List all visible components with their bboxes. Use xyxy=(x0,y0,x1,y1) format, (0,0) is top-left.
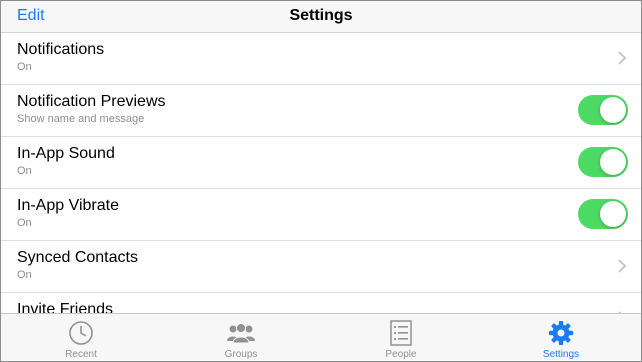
chevron-right-icon xyxy=(618,51,627,65)
navigation-bar: Edit Settings xyxy=(1,1,641,33)
tab-groups[interactable]: Groups xyxy=(161,314,321,361)
settings-screen: Edit Settings Notifications On Notificat… xyxy=(0,0,642,362)
tab-settings[interactable]: Settings xyxy=(481,314,641,361)
notification-previews-toggle[interactable] xyxy=(578,95,628,125)
row-label: Notifications xyxy=(17,41,105,58)
row-label: Notification Previews xyxy=(17,93,166,110)
chevron-right-icon xyxy=(618,259,627,273)
tab-label: Recent xyxy=(65,349,97,360)
tab-bar: Recent Groups People Settings xyxy=(1,313,641,361)
row-synced-contacts[interactable]: Synced Contacts On xyxy=(1,241,641,293)
row-subtitle: On xyxy=(17,269,32,281)
row-label: Synced Contacts xyxy=(17,249,138,266)
tab-label: People xyxy=(385,349,417,360)
row-notifications[interactable]: Notifications On xyxy=(1,33,641,85)
toggle-knob xyxy=(600,97,626,123)
tab-people[interactable]: People xyxy=(321,314,481,361)
row-in-app-vibrate[interactable]: In-App Vibrate On xyxy=(1,189,641,241)
in-app-sound-toggle[interactable] xyxy=(578,147,628,177)
tab-label: Settings xyxy=(542,349,580,360)
tab-label: Groups xyxy=(224,349,258,360)
row-label: In-App Vibrate xyxy=(17,197,119,214)
row-subtitle: On xyxy=(17,217,32,229)
tab-recent[interactable]: Recent xyxy=(1,314,161,361)
row-subtitle: On xyxy=(17,61,32,73)
row-subtitle: On xyxy=(17,165,32,177)
in-app-vibrate-toggle[interactable] xyxy=(578,199,628,229)
toggle-knob xyxy=(600,201,626,227)
row-label: Invite Friends xyxy=(17,301,114,313)
toggle-knob xyxy=(600,149,626,175)
page-title: Settings xyxy=(289,7,353,24)
people-list-icon xyxy=(390,320,412,346)
groups-icon xyxy=(227,323,255,344)
clock-icon xyxy=(69,321,93,345)
row-in-app-sound[interactable]: In-App Sound On xyxy=(1,137,641,189)
row-invite-friends[interactable]: Invite Friends xyxy=(1,293,641,313)
settings-list[interactable]: Notifications On Notification Previews S… xyxy=(1,33,641,313)
row-subtitle: Show name and message xyxy=(17,113,145,125)
row-label: In-App Sound xyxy=(17,145,115,162)
gear-icon xyxy=(549,321,573,345)
row-notification-previews[interactable]: Notification Previews Show name and mess… xyxy=(1,85,641,137)
